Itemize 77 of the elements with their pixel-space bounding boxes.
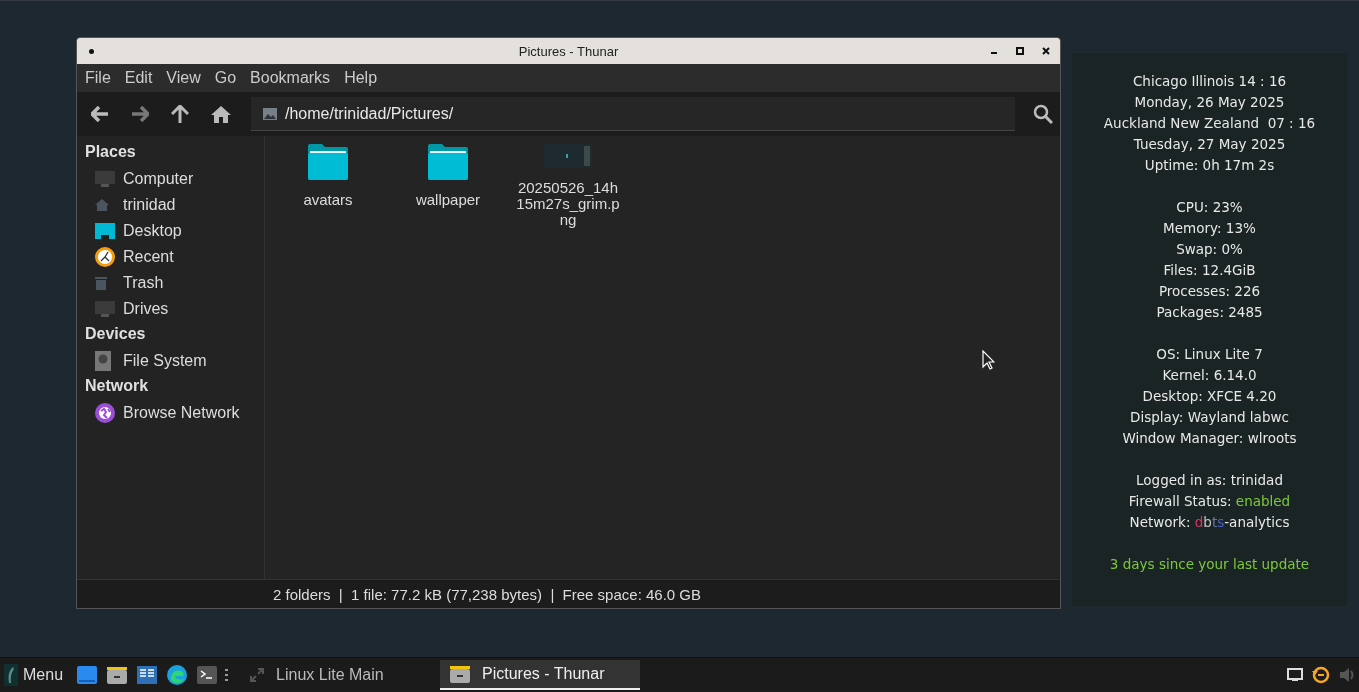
status-text: 2 folders | 1 file: 77.2 kB (77,238 bytes) | Free space: 46.0 GB xyxy=(273,585,701,603)
info-line: Monday, 26 May 2025 xyxy=(1133,93,1286,112)
desktop-icon xyxy=(95,223,115,239)
image-thumbnail xyxy=(544,144,592,168)
taskbar-task[interactable]: Pictures - Thunar xyxy=(440,660,641,690)
info-line: Logged in as: trinidad xyxy=(1135,471,1284,490)
sidebar-item[interactable]: Drives xyxy=(77,296,264,322)
file-cabinet-icon xyxy=(450,665,471,683)
maximize-icon[interactable] xyxy=(1016,47,1024,55)
menu-item[interactable]: Help xyxy=(344,69,386,87)
info-line: 3 days since your last update xyxy=(1108,555,1311,574)
window-title: Pictures - Thunar xyxy=(518,43,619,59)
sidebar-item[interactable]: File System xyxy=(77,348,264,374)
taskbar-task[interactable]: Linux Lite Main xyxy=(240,660,441,690)
folder-item[interactable]: avatars xyxy=(268,144,388,228)
search-icon[interactable] xyxy=(1033,104,1053,124)
info-line: Auckland New Zealand 07 : 16 xyxy=(1102,114,1317,133)
info-line: OS: Linux Lite 7 xyxy=(1155,345,1264,364)
menu-item[interactable]: File xyxy=(85,69,119,87)
sidebar-item[interactable]: Computer xyxy=(77,166,264,192)
mouse-pointer-icon xyxy=(982,350,995,370)
info-line: Processes: 226 xyxy=(1157,282,1262,301)
folder-item[interactable]: wallpaper xyxy=(388,144,508,228)
close-icon[interactable] xyxy=(1042,47,1050,55)
terminal-icon[interactable] xyxy=(197,666,218,684)
sidebar-heading: Devices xyxy=(84,324,147,344)
trash-icon xyxy=(95,276,107,290)
sidebar-item[interactable]: Browse Network xyxy=(77,400,264,426)
menu-button[interactable]: Menu xyxy=(0,660,68,690)
location-field[interactable]: /home/trinidad/Pictures/ xyxy=(251,97,1015,131)
feather-logo-icon xyxy=(4,664,18,686)
info-line: Firewall Status: enabled xyxy=(1127,492,1292,511)
info-line: Display: Wayland labwc xyxy=(1129,408,1290,427)
menu-item[interactable]: Go xyxy=(214,69,245,87)
info-line: Swap: 0% xyxy=(1175,240,1244,259)
document-icon[interactable] xyxy=(137,666,158,684)
update-icon[interactable] xyxy=(1311,665,1331,685)
info-line: Memory: 13% xyxy=(1162,219,1257,238)
sidebar-item[interactable]: trinidad xyxy=(77,192,264,218)
monitor-icon[interactable] xyxy=(1287,668,1303,682)
info-line: CPU: 23% xyxy=(1175,198,1244,217)
info-line: Packages: 2485 xyxy=(1155,303,1264,322)
info-line: Files: 12.4GiB xyxy=(1162,261,1257,280)
sidebar-heading: Places xyxy=(84,142,137,162)
window-launcher-icon[interactable] xyxy=(77,666,98,684)
folder-icon xyxy=(428,144,468,180)
monitor-icon xyxy=(95,171,115,187)
hard-drive-icon xyxy=(95,351,111,371)
folder-icon xyxy=(308,144,348,180)
menu-item[interactable]: Edit xyxy=(124,69,161,87)
home-icon[interactable] xyxy=(211,105,231,123)
sidebar-item[interactable]: Trash xyxy=(77,270,264,296)
restore-window-icon xyxy=(250,668,265,682)
home-icon xyxy=(95,199,109,211)
info-line: Network: dbts-analytics xyxy=(1128,513,1291,532)
menu-item[interactable]: View xyxy=(166,69,209,87)
drag-handle-icon[interactable] xyxy=(225,669,229,681)
back-icon[interactable] xyxy=(91,106,109,122)
file-cabinet-icon[interactable] xyxy=(107,666,128,684)
info-line: Desktop: XFCE 4.20 xyxy=(1141,387,1278,406)
browser-icon[interactable] xyxy=(167,665,188,685)
monitor-icon xyxy=(95,301,115,317)
info-line: Window Manager: wlroots xyxy=(1121,429,1298,448)
clock-icon xyxy=(95,247,115,267)
image-file-item[interactable]: 20250526_14h15m27s_grim.png xyxy=(508,144,628,228)
globe-icon xyxy=(95,403,115,423)
info-line: Tuesday, 27 May 2025 xyxy=(1132,135,1287,154)
sidebar-item[interactable]: Desktop xyxy=(77,218,264,244)
picture-icon xyxy=(263,107,277,120)
menu-item[interactable]: Bookmarks xyxy=(250,69,339,87)
sidebar-heading: Network xyxy=(84,376,150,396)
sidebar-item[interactable]: Recent xyxy=(77,244,264,270)
info-line: Uptime: 0h 17m 2s xyxy=(1143,156,1276,175)
window-menu-icon[interactable] xyxy=(89,48,94,54)
info-line: Chicago Illinois 14 : 16 xyxy=(1131,72,1288,91)
info-line: Kernel: 6.14.0 xyxy=(1161,366,1258,385)
up-arrow-icon[interactable] xyxy=(171,105,189,123)
